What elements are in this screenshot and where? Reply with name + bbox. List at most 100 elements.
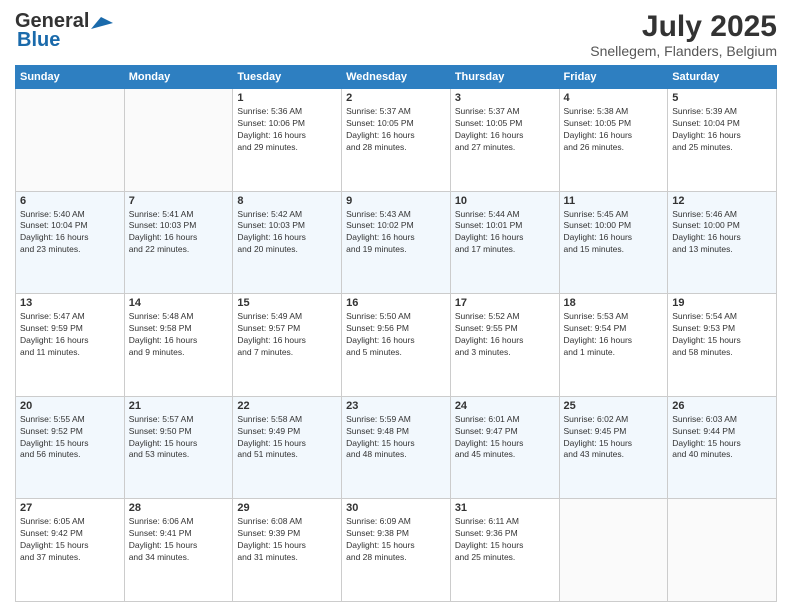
location: Snellegem, Flanders, Belgium [590,43,777,59]
day-number: 29 [237,502,337,514]
calendar-cell: 11 Sunrise: 5:45 AM Sunset: 10:00 PM Dayl… [559,191,668,294]
calendar-cell: 20 Sunrise: 5:55 AM Sunset: 9:52 PM Dayli… [16,396,125,499]
calendar-cell: 13 Sunrise: 5:47 AM Sunset: 9:59 PM Dayli… [16,294,125,397]
calendar-cell: 28Sunrise: 6:06 AM Sunset: 9:41 PM Dayli… [124,499,233,602]
day-info: Sunrise: 6:02 AM Sunset: 9:45 PM Dayligh… [564,414,664,462]
day-number: 17 [455,297,555,309]
calendar-cell: 5Sunrise: 5:39 AM Sunset: 10:04 PM Dayli… [668,89,777,192]
calendar-cell: 29 Sunrise: 6:08 AM Sunset: 9:39 PM Dayli… [233,499,342,602]
calendar-cell: 31 Sunrise: 6:11 AM Sunset: 9:36 PM Dayli… [450,499,559,602]
calendar-cell: 21 Sunrise: 5:57 AM Sunset: 9:50 PM Dayli… [124,396,233,499]
calendar-cell: 27Sunrise: 6:05 AM Sunset: 9:42 PM Dayli… [16,499,125,602]
day-number: 19 [672,297,772,309]
day-number: 25 [564,400,664,412]
day-info: Sunrise: 5:36 AM Sunset: 10:06 PM Daylig… [237,106,337,154]
calendar-cell [16,89,125,192]
day-number: 8 [237,195,337,207]
calendar-cell [124,89,233,192]
calendar-cell: 3 Sunrise: 5:37 AM Sunset: 10:05 PM Dayli… [450,89,559,192]
col-wednesday: Wednesday [342,66,451,89]
day-info: Sunrise: 5:48 AM Sunset: 9:58 PM Dayligh… [129,311,229,359]
col-tuesday: Tuesday [233,66,342,89]
calendar-cell [668,499,777,602]
calendar-cell: 10 Sunrise: 5:44 AM Sunset: 10:01 PM Dayl… [450,191,559,294]
day-number: 30 [346,502,446,514]
calendar-cell [559,499,668,602]
calendar-cell: 15 Sunrise: 5:49 AM Sunset: 9:57 PM Dayli… [233,294,342,397]
day-number: 22 [237,400,337,412]
day-info: Sunrise: 5:50 AM Sunset: 9:56 PM Dayligh… [346,311,446,359]
day-number: 11 [564,195,664,207]
title-block: July 2025 Snellegem, Flanders, Belgium [590,10,777,59]
calendar-cell: 26Sunrise: 6:03 AM Sunset: 9:44 PM Dayli… [668,396,777,499]
day-info: Sunrise: 5:44 AM Sunset: 10:01 PM Daylig… [455,209,555,257]
day-info: Sunrise: 5:37 AM Sunset: 10:05 PM Daylig… [455,106,555,154]
day-number: 10 [455,195,555,207]
day-number: 26 [672,400,772,412]
day-number: 21 [129,400,229,412]
day-info: Sunrise: 5:45 AM Sunset: 10:00 PM Daylig… [564,209,664,257]
day-info: Sunrise: 5:41 AM Sunset: 10:03 PM Daylig… [129,209,229,257]
calendar-cell: 1 Sunrise: 5:36 AM Sunset: 10:06 PM Dayli… [233,89,342,192]
header-row: Sunday Monday Tuesday Wednesday Thursday… [16,66,777,89]
month-title: July 2025 [590,10,777,43]
calendar-cell: 24 Sunrise: 6:01 AM Sunset: 9:47 PM Dayli… [450,396,559,499]
day-number: 18 [564,297,664,309]
day-info: Sunrise: 6:06 AM Sunset: 9:41 PM Dayligh… [129,516,229,564]
col-saturday: Saturday [668,66,777,89]
logo-icon [91,15,113,31]
calendar-cell: 12 Sunrise: 5:46 AM Sunset: 10:00 PM Dayl… [668,191,777,294]
day-number: 14 [129,297,229,309]
day-number: 2 [346,92,446,104]
day-number: 12 [672,195,772,207]
day-number: 5 [672,92,772,104]
day-info: Sunrise: 6:09 AM Sunset: 9:38 PM Dayligh… [346,516,446,564]
logo: General Blue [15,10,113,52]
calendar-week-1: 1 Sunrise: 5:36 AM Sunset: 10:06 PM Dayli… [16,89,777,192]
calendar-cell: 30 Sunrise: 6:09 AM Sunset: 9:38 PM Dayli… [342,499,451,602]
calendar-week-3: 13 Sunrise: 5:47 AM Sunset: 9:59 PM Dayli… [16,294,777,397]
day-number: 7 [129,195,229,207]
day-info: Sunrise: 5:53 AM Sunset: 9:54 PM Dayligh… [564,311,664,359]
day-number: 24 [455,400,555,412]
day-number: 16 [346,297,446,309]
calendar-week-2: 6Sunrise: 5:40 AM Sunset: 10:04 PM Dayli… [16,191,777,294]
col-monday: Monday [124,66,233,89]
day-info: Sunrise: 5:38 AM Sunset: 10:05 PM Daylig… [564,106,664,154]
day-info: Sunrise: 5:37 AM Sunset: 10:05 PM Daylig… [346,106,446,154]
day-info: Sunrise: 5:49 AM Sunset: 9:57 PM Dayligh… [237,311,337,359]
day-number: 3 [455,92,555,104]
calendar-cell: 18 Sunrise: 5:53 AM Sunset: 9:54 PM Dayli… [559,294,668,397]
day-info: Sunrise: 5:47 AM Sunset: 9:59 PM Dayligh… [20,311,120,359]
day-info: Sunrise: 6:01 AM Sunset: 9:47 PM Dayligh… [455,414,555,462]
calendar-week-5: 27Sunrise: 6:05 AM Sunset: 9:42 PM Dayli… [16,499,777,602]
logo-blue: Blue [17,29,60,52]
day-info: Sunrise: 5:58 AM Sunset: 9:49 PM Dayligh… [237,414,337,462]
calendar-cell: 7 Sunrise: 5:41 AM Sunset: 10:03 PM Dayli… [124,191,233,294]
calendar-cell: 9Sunrise: 5:43 AM Sunset: 10:02 PM Dayli… [342,191,451,294]
col-thursday: Thursday [450,66,559,89]
day-number: 31 [455,502,555,514]
day-number: 15 [237,297,337,309]
day-info: Sunrise: 5:52 AM Sunset: 9:55 PM Dayligh… [455,311,555,359]
page: General Blue July 2025 Snellegem, Flande… [0,0,792,612]
day-number: 1 [237,92,337,104]
calendar-cell: 16 Sunrise: 5:50 AM Sunset: 9:56 PM Dayli… [342,294,451,397]
day-number: 23 [346,400,446,412]
day-info: Sunrise: 6:08 AM Sunset: 9:39 PM Dayligh… [237,516,337,564]
calendar-cell: 19Sunrise: 5:54 AM Sunset: 9:53 PM Dayli… [668,294,777,397]
calendar-cell: 17 Sunrise: 5:52 AM Sunset: 9:55 PM Dayli… [450,294,559,397]
day-info: Sunrise: 5:57 AM Sunset: 9:50 PM Dayligh… [129,414,229,462]
day-info: Sunrise: 5:55 AM Sunset: 9:52 PM Dayligh… [20,414,120,462]
calendar-cell: 8Sunrise: 5:42 AM Sunset: 10:03 PM Dayli… [233,191,342,294]
day-info: Sunrise: 5:46 AM Sunset: 10:00 PM Daylig… [672,209,772,257]
header: General Blue July 2025 Snellegem, Flande… [15,10,777,59]
calendar-cell: 22 Sunrise: 5:58 AM Sunset: 9:49 PM Dayli… [233,396,342,499]
col-sunday: Sunday [16,66,125,89]
day-info: Sunrise: 6:11 AM Sunset: 9:36 PM Dayligh… [455,516,555,564]
day-number: 9 [346,195,446,207]
day-number: 13 [20,297,120,309]
day-number: 20 [20,400,120,412]
calendar-week-4: 20 Sunrise: 5:55 AM Sunset: 9:52 PM Dayli… [16,396,777,499]
calendar-cell: 14 Sunrise: 5:48 AM Sunset: 9:58 PM Dayli… [124,294,233,397]
